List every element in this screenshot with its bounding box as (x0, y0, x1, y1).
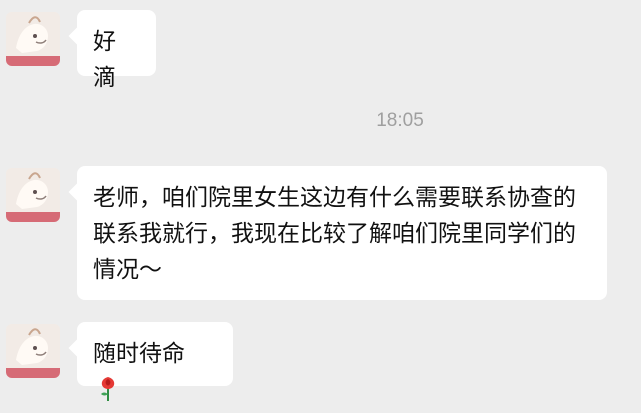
message-text-line: 老师，咱们院里女生这边有什么需要联系协查的 (93, 185, 576, 211)
message-bubble: 随时待命 (77, 322, 233, 401)
timestamp: 18:05 (376, 110, 424, 131)
avatar-image (6, 12, 60, 66)
message-text-line: 情况～ (93, 257, 162, 283)
message-text: 好滴 (93, 29, 116, 91)
avatar[interactable] (6, 324, 60, 378)
avatar-image (6, 168, 60, 222)
message-bubble: 好滴 (77, 10, 156, 91)
chat-window: 好滴 18:05 老师，咱们院里女生这边有什么需要联系协查的 联系我就行，我现在… (0, 0, 641, 412)
avatar[interactable] (6, 12, 60, 66)
message-bubble: 老师，咱们院里女生这边有什么需要联系协查的 联系我就行，我现在比较了解咱们院里同… (77, 166, 607, 300)
avatar[interactable] (6, 168, 60, 222)
message-text-line: 联系我就行，我现在比较了解咱们院里同学们的 (93, 221, 576, 247)
avatar-image (6, 324, 60, 378)
message-text: 随时待命 (93, 341, 185, 367)
rose-icon (99, 376, 117, 402)
